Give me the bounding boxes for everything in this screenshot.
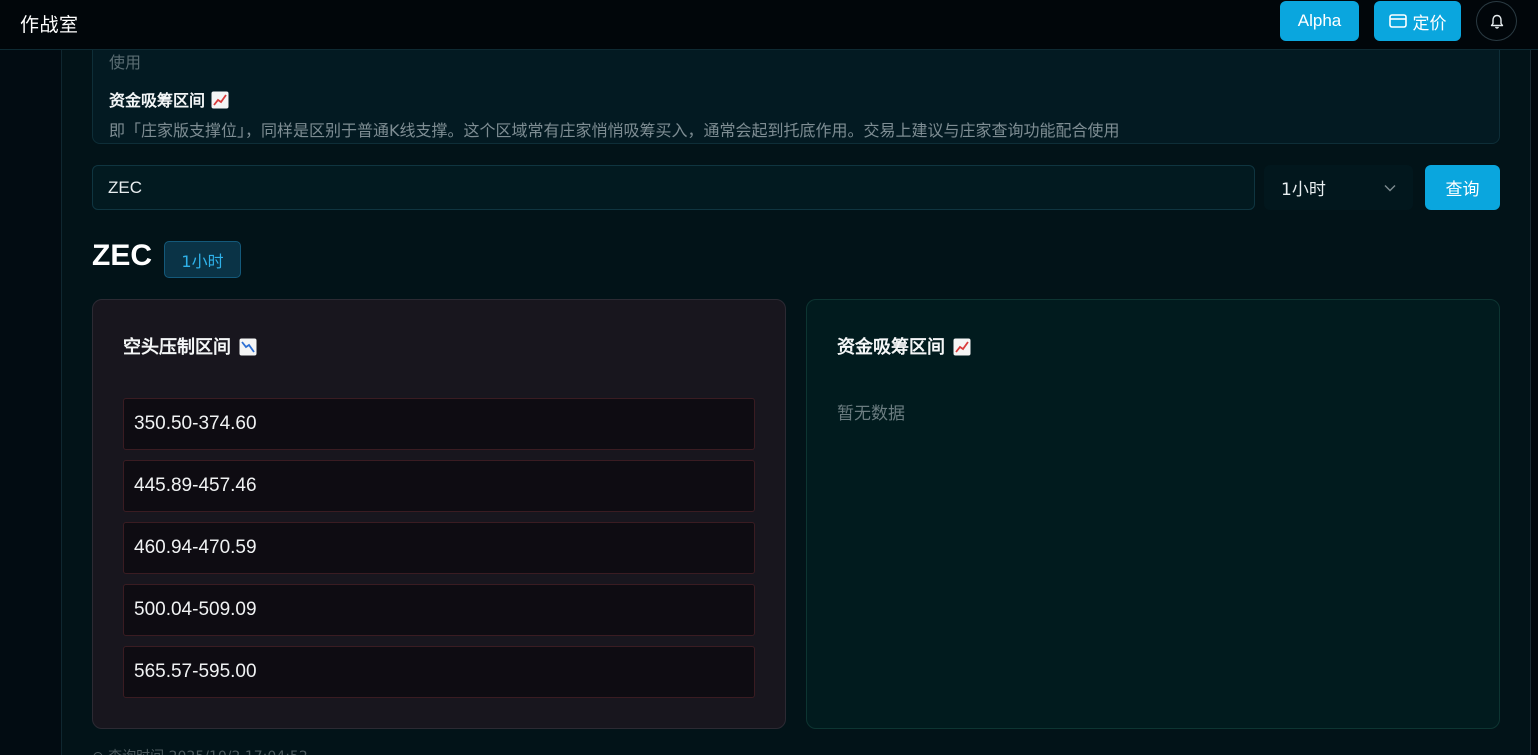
bear-range-list: 350.50-374.60 445.89-457.46 460.94-470.5…	[123, 398, 755, 708]
chevron-down-icon	[1384, 178, 1396, 198]
main-content: 使用 资金吸筹区间 即「庄家版支撑位」，同样是区别于普通K线支撑。这个区域常有庄…	[62, 30, 1530, 755]
scrollbar[interactable]	[1530, 0, 1538, 755]
notifications-button[interactable]	[1476, 1, 1517, 41]
range-item: 460.94-470.59	[123, 522, 755, 574]
bell-icon	[1490, 12, 1504, 31]
chart-up-icon	[953, 336, 971, 357]
bear-panel-title-label: 空头压制区间	[123, 337, 231, 358]
period-select-value: 1小时	[1281, 180, 1326, 200]
bull-panel-title: 资金吸筹区间	[837, 333, 971, 359]
info-description: 即「庄家版支撑位」，同样是区别于普通K线支撑。这个区域常有庄家悄悄吸筹买入，通常…	[109, 121, 1120, 140]
chart-down-icon	[239, 336, 257, 357]
query-button[interactable]: 查询	[1425, 165, 1500, 210]
app-title: 作战室	[20, 14, 79, 36]
info-cut-text: 使用	[109, 53, 142, 72]
pricing-label: 定价	[1412, 13, 1447, 34]
period-badge: 1小时	[164, 241, 241, 278]
query-time-text: ⊙ 查询时间 2025/10/2 17:04:52	[92, 746, 308, 755]
range-item: 350.50-374.60	[123, 398, 755, 450]
top-bar: 作战室 Alpha 定价	[0, 0, 1538, 50]
pricing-button[interactable]: 定价	[1374, 1, 1461, 41]
range-item: 500.04-509.09	[123, 584, 755, 636]
info-heading: 资金吸筹区间	[109, 87, 229, 111]
chart-up-icon	[211, 89, 229, 109]
symbol-search-input[interactable]: ZEC	[92, 165, 1255, 210]
range-item: 445.89-457.46	[123, 460, 755, 512]
card-icon	[1388, 11, 1407, 31]
range-item: 565.57-595.00	[123, 646, 755, 698]
bull-panel-title-label: 资金吸筹区间	[837, 337, 945, 358]
info-heading-label: 资金吸筹区间	[109, 91, 206, 110]
left-gutter	[0, 50, 62, 755]
bull-accumulation-panel: 资金吸筹区间 暂无数据	[806, 299, 1500, 729]
bear-suppression-panel: 空头压制区间 350.50-374.60 445.89-457.46 460.9…	[92, 299, 786, 729]
empty-state-text: 暂无数据	[837, 404, 905, 424]
bear-panel-title: 空头压制区间	[123, 333, 257, 359]
alpha-button[interactable]: Alpha	[1280, 1, 1359, 41]
period-select[interactable]: 1小时	[1264, 165, 1413, 210]
result-symbol: ZEC	[92, 239, 152, 272]
